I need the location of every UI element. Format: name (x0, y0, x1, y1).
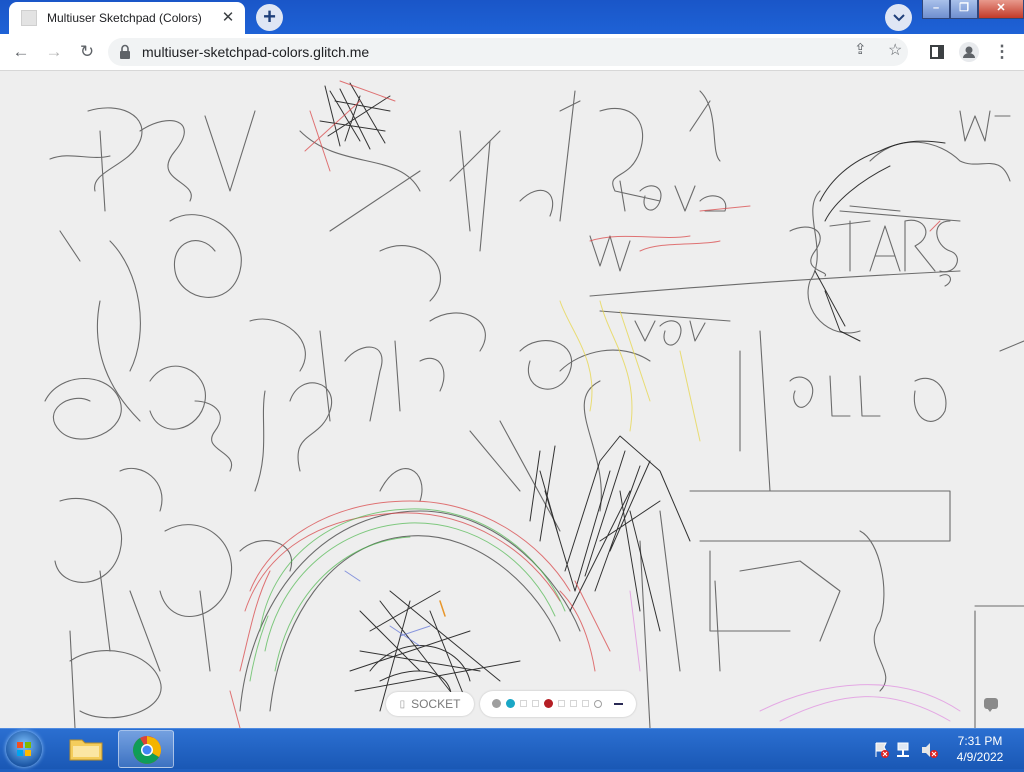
back-icon[interactable]: ← (9, 40, 33, 64)
url-text[interactable]: multiuser-sketchpad-colors.glitch.me (142, 44, 369, 60)
browser-toolbar: ← → ↻ multiuser-sketchpad-colors.glitch.… (0, 34, 1024, 71)
forward-icon[interactable]: → (42, 40, 66, 64)
dark-strokes (319, 82, 946, 712)
avatar-icon (959, 42, 979, 62)
socket-status-pill[interactable]: ▯ SOCKET (386, 692, 474, 716)
share-icon[interactable]: ⇪ (854, 40, 867, 58)
pink-strokes (629, 590, 961, 722)
yellow-strokes (559, 300, 701, 442)
color-swatch-teal[interactable] (506, 699, 515, 708)
bookmark-star-icon[interactable]: ☆ (888, 40, 902, 60)
clock-time: 7:31 PM (957, 734, 1003, 748)
volume-muted-icon (922, 743, 938, 758)
clock-date: 4/9/2022 (956, 750, 1004, 764)
socket-label: SOCKET (411, 697, 461, 711)
chevron-down-icon (892, 14, 905, 22)
reload-icon[interactable]: ↻ (75, 40, 99, 64)
color-swatch-empty-6[interactable] (594, 700, 602, 708)
side-panel-glyph-icon (930, 45, 944, 59)
red-strokes (229, 80, 941, 728)
lock-icon[interactable] (118, 44, 132, 60)
start-button[interactable] (6, 731, 42, 767)
orange-strokes (439, 600, 446, 617)
color-swatch-empty-3[interactable] (558, 700, 565, 707)
restore-button[interactable]: ❐ (950, 0, 978, 19)
color-swatch-red[interactable] (544, 699, 553, 708)
green-strokes (249, 508, 566, 682)
chrome-icon (133, 736, 161, 764)
windows-taskbar: 7:31 PM 4/9/2022 (0, 728, 1024, 769)
address-bar[interactable]: multiuser-sketchpad-colors.glitch.me ⇪ ☆ (108, 38, 908, 66)
window-controls: – ❐ ✕ (922, 0, 1024, 20)
side-panel-icon[interactable] (925, 40, 949, 64)
tab-title: Multiuser Sketchpad (Colors) (47, 11, 202, 25)
color-swatch-stroke-size[interactable] (614, 703, 623, 705)
chrome-taskbar-button[interactable] (118, 730, 174, 768)
close-window-button[interactable]: ✕ (978, 0, 1024, 19)
kebab-menu-icon[interactable]: ⋮ (990, 40, 1014, 64)
drawing-canvas[interactable] (0, 71, 1024, 728)
profile-avatar-icon[interactable] (957, 40, 981, 64)
network-icon (897, 742, 909, 757)
blue-strokes (344, 570, 431, 647)
color-swatch-empty-4[interactable] (570, 700, 577, 707)
minimize-button[interactable]: – (922, 0, 950, 19)
tab-close-icon[interactable]: ✕ (219, 9, 237, 27)
system-tray (875, 742, 938, 758)
chat-bubble-icon[interactable] (984, 698, 998, 712)
browser-tab[interactable]: Multiuser Sketchpad (Colors) ✕ (9, 2, 245, 34)
new-tab-button[interactable]: + (256, 4, 283, 31)
color-palette (480, 691, 636, 717)
tab-search-button[interactable] (885, 4, 912, 31)
tab-strip: Multiuser Sketchpad (Colors) ✕ + – ❐ ✕ (0, 0, 1024, 34)
folder-icon (69, 739, 103, 761)
file-explorer-taskbar-button[interactable] (58, 730, 114, 768)
windows-logo-icon (17, 742, 31, 756)
color-swatch-empty-1[interactable] (520, 700, 527, 707)
page-favicon-icon (21, 10, 37, 26)
gray-strokes (44, 90, 1024, 728)
color-swatch-empty-5[interactable] (582, 700, 589, 707)
taskbar-clock[interactable]: 7:31 PM 4/9/2022 (950, 733, 1010, 765)
sketchpad-page: ▯ SOCKET (0, 71, 1024, 728)
plug-icon: ▯ (399, 698, 406, 710)
color-swatch-empty-2[interactable] (532, 700, 539, 707)
action-center-flag-icon (875, 742, 889, 758)
color-swatch-gray[interactable] (492, 699, 501, 708)
